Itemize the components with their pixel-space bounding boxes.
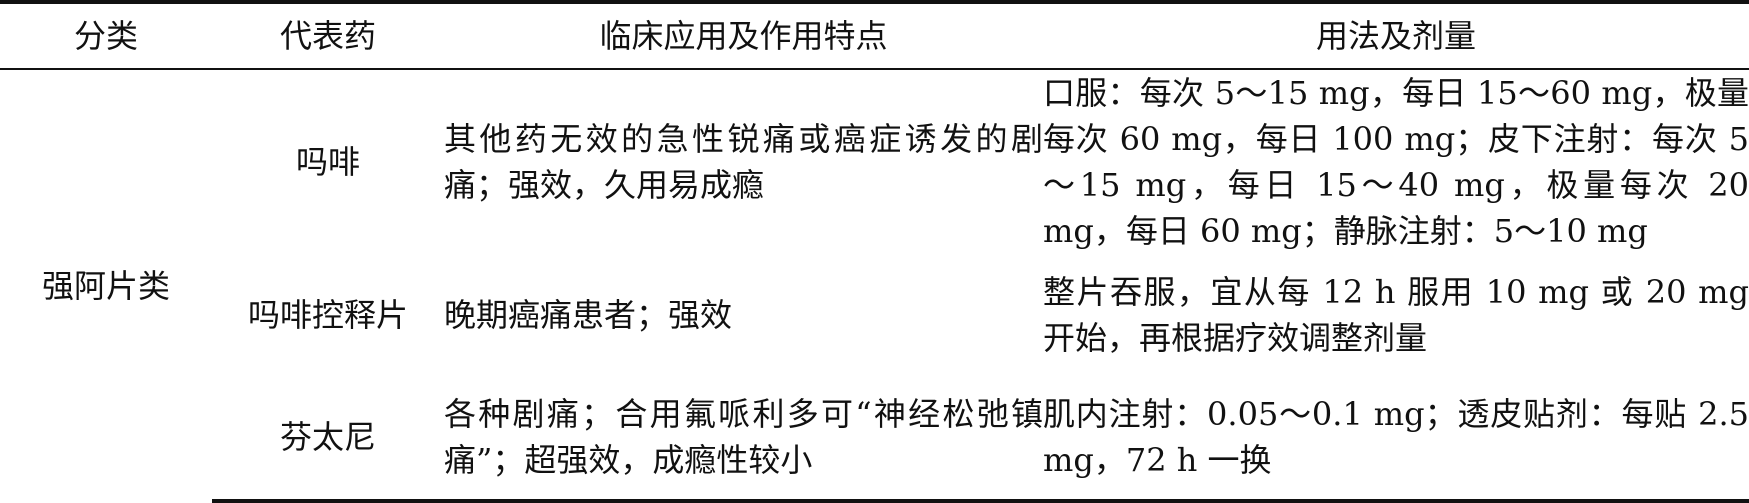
clinical-use-text: 晚期癌痛患者；强效: [444, 295, 733, 334]
drug-name: 芬太尼: [279, 418, 376, 456]
dosage-cell: 口服：每次 5～15 mg，每日 15～60 mg，极量每次 60 mg，每日 …: [1043, 69, 1749, 254]
drug-name-cell: 吗啡: [212, 69, 444, 254]
drug-table: 分类 代表药 临床应用及作用特点 用法及剂量 强阿片类 吗啡 其他药无效的急性锐…: [0, 0, 1749, 503]
category-cell: 强阿片类: [0, 69, 212, 501]
clinical-use-text: 各种剧痛；合用氟哌利多可“神经松弛镇痛”；超强效，成瘾性较小: [444, 395, 1043, 479]
drug-name: 吗啡: [295, 143, 360, 181]
clinical-use-cell: 其他药无效的急性锐痛或癌症诱发的剧痛；强效，久用易成瘾: [444, 69, 1043, 254]
header-dosage: 用法及剂量: [1043, 0, 1749, 70]
drug-name: 吗啡控释片: [247, 295, 408, 334]
header-representative-drug: 代表药: [212, 0, 444, 70]
drug-name-cell: 芬太尼: [212, 375, 444, 503]
dosage-cell: 肌内注射：0.05～0.1 mg；透皮贴剂：每贴 2.5 mg，72 h 一换: [1043, 375, 1749, 503]
table-header-row: 分类 代表药 临床应用及作用特点 用法及剂量: [0, 0, 1749, 70]
dosage-text: 肌内注射：0.05～0.1 mg；透皮贴剂：每贴 2.5 mg，72 h 一换: [1043, 395, 1749, 479]
clinical-use-cell: 晚期癌痛患者；强效: [444, 254, 1043, 375]
category-label: 强阿片类: [41, 266, 170, 305]
dosage-text: 整片吞服，宜从每 12 h 服用 10 mg 或 20 mg 开始，再根据疗效调…: [1043, 272, 1749, 357]
dosage-text: 口服：每次 5～15 mg，每日 15～60 mg，极量每次 60 mg，每日 …: [1043, 74, 1749, 250]
table-row: 芬太尼 各种剧痛；合用氟哌利多可“神经松弛镇痛”；超强效，成瘾性较小 肌内注射：…: [0, 375, 1749, 503]
drug-name-cell: 吗啡控释片: [212, 254, 444, 375]
header-category: 分类: [0, 0, 212, 70]
clinical-use-cell: 各种剧痛；合用氟哌利多可“神经松弛镇痛”；超强效，成瘾性较小: [444, 375, 1043, 503]
document-page: 分类 代表药 临床应用及作用特点 用法及剂量 强阿片类 吗啡 其他药无效的急性锐…: [0, 0, 1749, 503]
header-clinical-use: 临床应用及作用特点: [444, 0, 1043, 70]
table-row: 强阿片类 吗啡 其他药无效的急性锐痛或癌症诱发的剧痛；强效，久用易成瘾 口服：每…: [0, 69, 1749, 305]
clinical-use-text: 其他药无效的急性锐痛或癌症诱发的剧痛；强效，久用易成瘾: [444, 120, 1043, 204]
table-row: 吗啡控释片 晚期癌痛患者；强效 整片吞服，宜从每 12 h 服用 10 mg 或…: [0, 254, 1749, 375]
dosage-cell: 整片吞服，宜从每 12 h 服用 10 mg 或 20 mg 开始，再根据疗效调…: [1043, 254, 1749, 375]
